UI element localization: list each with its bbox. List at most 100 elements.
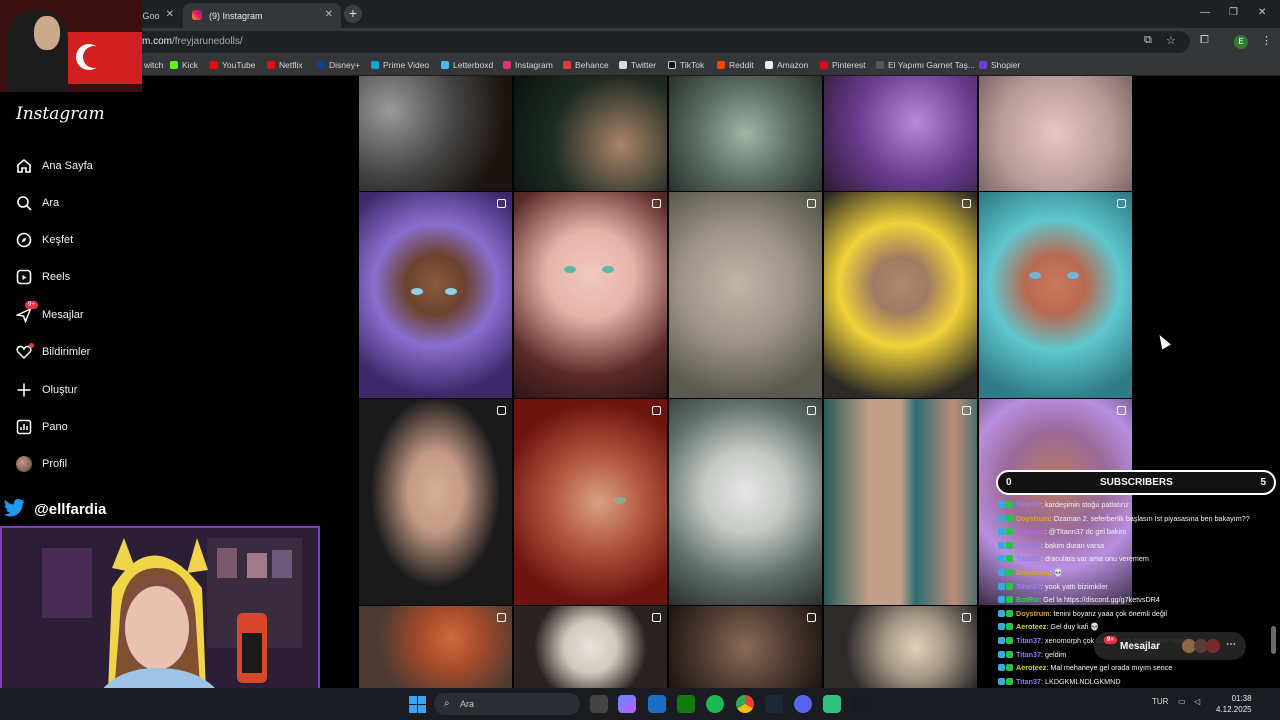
- steam-icon[interactable]: [765, 695, 783, 713]
- bookmark-letterboxd[interactable]: Letterboxd: [441, 60, 493, 70]
- chat-message: BotRix: Gel la https://discord.gg/g7ketv…: [998, 593, 1280, 607]
- nav-search[interactable]: Ara: [16, 192, 216, 216]
- chat-text: : Ozaman 2. seferberlik başlasın İst piy…: [1049, 513, 1250, 523]
- tab-title: (9) Instagram: [209, 11, 263, 21]
- x-icon: [619, 61, 627, 69]
- bookmark-star-icon[interactable]: ☆: [1166, 34, 1176, 47]
- more-icon: ⋯: [1226, 639, 1236, 650]
- chat-badge-icon: [1006, 677, 1013, 685]
- new-tab-button[interactable]: +: [344, 5, 362, 23]
- extensions-icon[interactable]: ⧠: [1200, 34, 1209, 47]
- post-tile[interactable]: [979, 76, 1132, 191]
- profile-avatar[interactable]: E: [1234, 35, 1248, 49]
- messages-badge: 9+: [1104, 636, 1117, 644]
- network-icon[interactable]: ▭: [1178, 697, 1186, 706]
- instagram-icon: [192, 10, 202, 20]
- tab-instagram[interactable]: (9) Instagram ✕: [183, 3, 341, 28]
- post-tile[interactable]: [669, 76, 822, 191]
- bookmark-kick[interactable]: Kick: [170, 60, 198, 70]
- chrome-icon[interactable]: [736, 695, 754, 713]
- chat-badge-icon: [998, 664, 1005, 672]
- bookmark-youtube[interactable]: YouTube: [210, 60, 255, 70]
- instagram-logo[interactable]: Instagram: [16, 104, 105, 124]
- nav-create[interactable]: Oluştur: [16, 379, 216, 403]
- post-tile[interactable]: [669, 606, 822, 688]
- post-tile[interactable]: [669, 192, 822, 398]
- bookmark-prime-video[interactable]: Prime Video: [371, 60, 429, 70]
- maximize-icon[interactable]: ❐: [1229, 7, 1238, 18]
- minimize-icon[interactable]: —: [1200, 7, 1210, 18]
- chat-text: : yook yattı bizimkiler: [1041, 581, 1108, 591]
- bookmark-amazon[interactable]: Amazon: [765, 60, 808, 70]
- copilot-icon[interactable]: [618, 695, 636, 713]
- volume-icon[interactable]: ◁: [1194, 697, 1200, 706]
- chat-badge-icon: [1006, 568, 1013, 576]
- post-tile[interactable]: [359, 606, 512, 688]
- post-tile[interactable]: [514, 399, 667, 605]
- bookmark-twitch[interactable]: witch: [144, 60, 163, 70]
- task-view-icon[interactable]: [590, 695, 608, 713]
- chat-text: : Gel duy kafi 💀: [1046, 622, 1100, 632]
- nav-notifications[interactable]: Bildirimler: [16, 341, 216, 365]
- bookmark-garnet[interactable]: El Yapımı Garnet Taş...: [876, 60, 975, 70]
- url-field[interactable]: m.com/freyjarunedolls/: [100, 31, 1190, 53]
- messages-floating-button[interactable]: 9+ Mesajlar ⋯: [1094, 632, 1246, 660]
- nav-home[interactable]: Ana Sayfa: [16, 155, 216, 179]
- discord-icon[interactable]: [794, 695, 812, 713]
- nav-profile[interactable]: Profil: [16, 453, 216, 477]
- streaming-app-icon[interactable]: [823, 695, 841, 713]
- bookmark-netflix[interactable]: Netflix: [267, 60, 303, 70]
- amazon-icon: [765, 61, 773, 69]
- post-tile[interactable]: [514, 76, 667, 191]
- close-window-icon[interactable]: ✕: [1258, 7, 1266, 18]
- nav-dashboard[interactable]: Pano: [16, 416, 216, 440]
- post-tile[interactable]: [824, 399, 977, 605]
- steam-icon[interactable]: [852, 695, 870, 713]
- nav-label: Oluştur: [42, 384, 78, 396]
- chat-badge-icon: [998, 596, 1005, 604]
- bookmark-tiktok[interactable]: TikTok: [668, 60, 704, 70]
- taskbar-search[interactable]: ⌕ Ara: [434, 693, 580, 715]
- chat-text: : kardeşimin stoğu patlatırız: [1041, 500, 1129, 509]
- nav-messages[interactable]: 9+ Mesajlar: [16, 301, 216, 328]
- reddit-icon: [717, 61, 725, 69]
- menu-kebab-icon[interactable]: ⋮: [1261, 34, 1272, 47]
- close-tab-icon[interactable]: ✕: [166, 9, 174, 20]
- twitter-bird-icon: [4, 499, 25, 517]
- post-tile[interactable]: [824, 192, 977, 398]
- page-scrollbar[interactable]: [1271, 626, 1276, 654]
- windows-start-icon[interactable]: [409, 696, 426, 713]
- cast-icon[interactable]: ⧉: [1144, 34, 1152, 47]
- shopier-icon: [979, 61, 987, 69]
- nav-explore[interactable]: Keşfet: [16, 229, 216, 253]
- post-tile[interactable]: [359, 76, 512, 191]
- nav-label: Mesajlar: [42, 309, 84, 321]
- bookmark-disney[interactable]: Disney+: [317, 60, 360, 70]
- bookmark-pinterest[interactable]: Pinterest: [820, 60, 866, 70]
- post-tile[interactable]: [359, 399, 512, 605]
- close-tab-icon[interactable]: ✕: [325, 9, 333, 20]
- outlook-icon[interactable]: [648, 695, 666, 713]
- chat-username: Doystrum: [1016, 567, 1050, 577]
- system-clock[interactable]: 01:38 4.12.2025: [1216, 693, 1252, 715]
- post-tile[interactable]: [979, 192, 1132, 398]
- bookmark-shopier[interactable]: Shopier: [979, 60, 1020, 70]
- bookmark-twitter[interactable]: Twitter: [619, 60, 656, 70]
- kick-icon: [170, 61, 178, 69]
- language-indicator[interactable]: TUR: [1152, 697, 1168, 706]
- bookmark-behance[interactable]: Behance: [563, 60, 609, 70]
- nav-reels[interactable]: Reels: [16, 266, 216, 290]
- post-tile[interactable]: [514, 192, 667, 398]
- post-tile[interactable]: [669, 399, 822, 605]
- chat-username: Titan37: [1016, 635, 1042, 645]
- post-tile[interactable]: [514, 606, 667, 688]
- post-tile[interactable]: [824, 606, 977, 688]
- xbox-icon[interactable]: [677, 695, 695, 713]
- bookmark-instagram[interactable]: Instagram: [503, 60, 553, 70]
- chat-badge-icon: [1006, 541, 1013, 549]
- bookmark-reddit[interactable]: Reddit: [717, 60, 754, 70]
- dashboard-icon: [16, 419, 32, 435]
- post-tile[interactable]: [359, 192, 512, 398]
- spotify-icon[interactable]: [706, 695, 724, 713]
- post-tile[interactable]: [824, 76, 977, 191]
